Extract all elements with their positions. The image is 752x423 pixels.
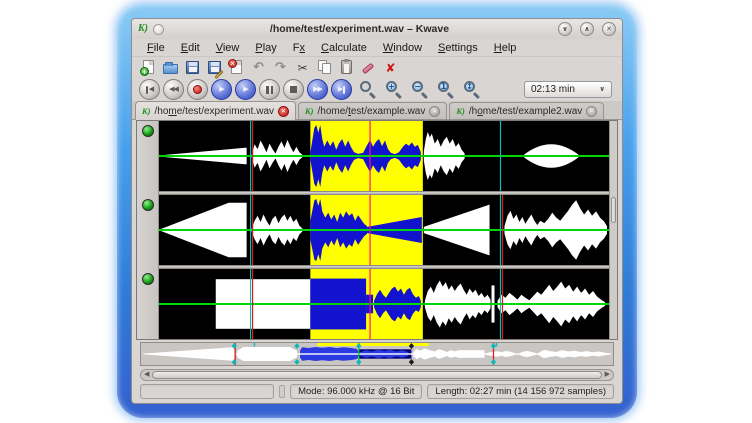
tracks xyxy=(159,121,609,339)
vertical-scrollbar-thumb[interactable] xyxy=(611,197,616,223)
open-file-button[interactable] xyxy=(161,58,180,77)
paste-button[interactable] xyxy=(337,58,356,77)
floppy-icon xyxy=(186,61,199,74)
copy-button[interactable] xyxy=(315,58,334,77)
tab-close-icon[interactable]: ✕ xyxy=(429,106,440,117)
transport-toolbar: ◀ ◀◀ ▶ ▶ ▶▶ ▶ + − 1 ↕ 02:13 min ∨ xyxy=(132,78,622,101)
rewind-button[interactable]: ◀◀ xyxy=(163,79,184,100)
window-menu-button[interactable] xyxy=(153,24,164,35)
play-button[interactable]: ▶ xyxy=(211,79,232,100)
kwave-app-icon: K) xyxy=(138,24,148,34)
save-as-button[interactable] xyxy=(205,58,224,77)
tabbar: K) /home/test/experiment.wav ✕ K) /home/… xyxy=(132,101,622,120)
zoom-select-button[interactable] xyxy=(359,80,378,99)
file-toolbar: + ✕ ↶ ↷ ✂ ✘ xyxy=(132,57,622,78)
kwave-tab-icon: K) xyxy=(305,107,314,116)
tab-label: /home/test/experiment.wav xyxy=(155,106,275,117)
kwave-window: K) /home/test/experiment.wav – Kwave ∨ ∧… xyxy=(131,18,623,404)
vertical-scrollbar[interactable] xyxy=(609,121,617,339)
zoom-time-combobox[interactable]: 02:13 min ∨ xyxy=(524,81,612,98)
loop-play-button[interactable]: ▶ xyxy=(235,79,256,100)
fast-forward-button[interactable]: ▶▶ xyxy=(307,79,328,100)
plus-icon: + xyxy=(140,67,149,76)
scrollbar-groove[interactable]: ◀ ▶ xyxy=(140,369,614,381)
scroll-right-icon[interactable]: ▶ xyxy=(602,371,613,378)
menu-fx[interactable]: Fx xyxy=(286,41,312,55)
menu-help[interactable]: Help xyxy=(487,41,524,55)
x-badge-icon: ✕ xyxy=(228,59,237,68)
minimize-button[interactable]: ∨ xyxy=(558,22,572,36)
scroll-left-icon[interactable]: ◀ xyxy=(141,371,152,378)
track1-waveform[interactable] xyxy=(159,121,609,191)
window-glow-border: K) /home/test/experiment.wav – Kwave ∨ ∧… xyxy=(117,4,637,418)
track2-enable-led[interactable] xyxy=(142,199,154,211)
statusbar: Mode: 96.000 kHz @ 16 Bit Length: 02:27 … xyxy=(132,381,622,403)
titlebar: K) /home/test/experiment.wav – Kwave ∨ ∧… xyxy=(132,19,622,39)
status-length: Length: 02:27 min (14 156 972 samples) xyxy=(427,384,614,399)
stop-button[interactable] xyxy=(283,79,304,100)
overview-strip[interactable] xyxy=(140,342,614,366)
zoom-time-value: 02:13 min xyxy=(531,84,575,95)
clipboard-icon xyxy=(341,60,352,74)
skip-backward-button[interactable]: ◀ xyxy=(139,79,160,100)
track2-waveform[interactable] xyxy=(159,195,609,265)
delete-button[interactable]: ✘ xyxy=(381,58,400,77)
save-button[interactable] xyxy=(183,58,202,77)
close-button[interactable]: ✕ xyxy=(602,22,616,36)
menu-file[interactable]: File xyxy=(140,41,172,55)
track1-enable-led[interactable] xyxy=(142,125,154,137)
zoom-normal-button[interactable]: 1 xyxy=(437,80,456,99)
zoom-in-button[interactable]: + xyxy=(385,80,404,99)
window-title: /home/test/experiment.wav – Kwave xyxy=(169,23,550,35)
track-controls-column xyxy=(137,121,159,339)
zoom-all-button[interactable]: ↕ xyxy=(463,80,482,99)
cut-button[interactable]: ✂ xyxy=(293,58,312,77)
record-icon xyxy=(193,85,202,94)
tab-example2-wav[interactable]: K) /home/test/example2.wav ✕ xyxy=(449,102,604,119)
track3-enable-led[interactable] xyxy=(142,273,154,285)
tab-close-icon[interactable]: ✕ xyxy=(278,106,289,117)
signal-view xyxy=(136,120,618,340)
menu-edit[interactable]: Edit xyxy=(174,41,207,55)
kwave-tab-icon: K) xyxy=(456,107,465,116)
menu-calculate[interactable]: Calculate xyxy=(314,41,374,55)
zoom-out-button[interactable]: − xyxy=(411,80,430,99)
tab-experiment-wav[interactable]: K) /home/test/experiment.wav ✕ xyxy=(135,101,296,120)
track3-waveform[interactable] xyxy=(159,269,609,339)
eraser-icon xyxy=(362,63,374,75)
close-file-button[interactable]: ✕ xyxy=(227,58,246,77)
horizontal-scrollbar-thumb[interactable] xyxy=(152,371,602,379)
menu-window[interactable]: Window xyxy=(376,41,429,55)
stop-icon xyxy=(290,86,297,93)
maximize-button[interactable]: ∧ xyxy=(580,22,594,36)
menu-view[interactable]: View xyxy=(209,41,247,55)
tab-label: /home/test/example2.wav xyxy=(469,106,582,117)
status-mode: Mode: 96.000 kHz @ 16 Bit xyxy=(290,384,422,399)
horizontal-scrollbar[interactable]: ◀ ▶ xyxy=(140,368,614,381)
folder-icon xyxy=(163,64,178,74)
kwave-tab-icon: K) xyxy=(142,107,151,116)
tab-close-icon[interactable]: ✕ xyxy=(586,106,597,117)
redo-button[interactable]: ↷ xyxy=(271,58,290,77)
erase-button[interactable] xyxy=(359,58,378,77)
status-message-box xyxy=(140,384,274,399)
undo-button[interactable]: ↶ xyxy=(249,58,268,77)
statusbar-grip xyxy=(279,385,285,398)
skip-forward-button[interactable]: ▶ xyxy=(331,79,352,100)
menu-play[interactable]: Play xyxy=(248,41,283,55)
tab-label: /home/test/example.wav xyxy=(318,106,426,117)
record-button[interactable] xyxy=(187,79,208,100)
overview-svg xyxy=(141,343,613,365)
pause-button[interactable] xyxy=(259,79,280,100)
menu-settings[interactable]: Settings xyxy=(431,41,485,55)
menubar: File Edit View Play Fx Calculate Window … xyxy=(132,39,622,57)
chevron-down-icon: ∨ xyxy=(591,86,605,93)
tab-example-wav[interactable]: K) /home/test/example.wav ✕ xyxy=(298,102,447,119)
new-file-button[interactable]: + xyxy=(139,58,158,77)
pause-icon xyxy=(266,86,273,94)
